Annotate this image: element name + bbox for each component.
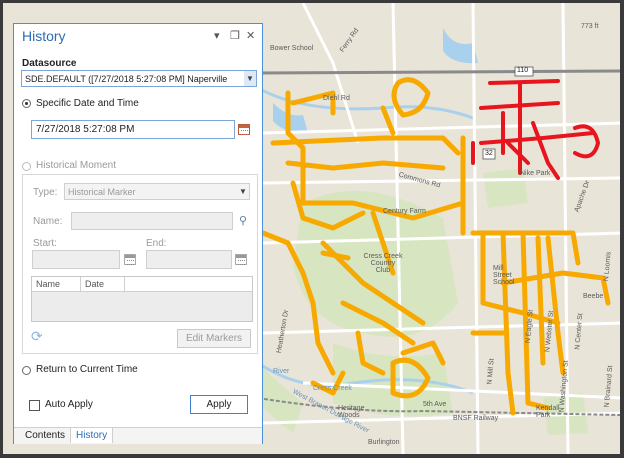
end-input[interactable] xyxy=(146,250,232,269)
type-value: Historical Marker xyxy=(68,187,136,197)
route-shield-110: 110 xyxy=(517,67,529,74)
start-input[interactable] xyxy=(32,250,120,269)
name-label: Name: xyxy=(33,216,63,227)
map-label-kendall-park: Kendall Park xyxy=(536,405,560,419)
grid-col-date[interactable]: Date xyxy=(85,279,104,289)
grid-col-divider xyxy=(80,277,81,291)
map-label-century-farm: Century Farm xyxy=(383,208,426,215)
start-calendar-icon[interactable] xyxy=(124,254,136,265)
return-current-label: Return to Current Time xyxy=(36,364,138,375)
map-label-river: River xyxy=(273,368,290,375)
end-label: End: xyxy=(146,238,167,249)
map-label-diehl-rd: Diehl Rd xyxy=(323,95,350,102)
map-label-bnsf: BNSF Railway xyxy=(453,415,499,422)
end-calendar-icon[interactable] xyxy=(235,254,247,265)
history-pane: History ▾ ❐ ✕ Datasource SDE.DEFAULT ([7… xyxy=(13,23,263,444)
markers-grid[interactable]: Name Date xyxy=(31,276,253,322)
historical-moment-radio[interactable] xyxy=(22,162,31,171)
app-frame: Ferry Rd Bower School Diehl Rd Commons R… xyxy=(3,3,620,454)
pane-restore-icon[interactable]: ❐ xyxy=(230,29,240,42)
specific-date-radio[interactable] xyxy=(22,99,31,108)
map-label-nike-park: Nike Park xyxy=(520,170,551,177)
pane-close-icon[interactable]: ✕ xyxy=(246,29,255,42)
tab-contents[interactable]: Contents xyxy=(20,428,70,444)
map-label-cress-creek: Cress Creek Country Club xyxy=(363,253,403,274)
map-label-773ft: 773 ft xyxy=(581,23,599,30)
specific-date-label: Specific Date and Time xyxy=(36,98,139,109)
markers-grid-header: Name Date xyxy=(32,277,252,292)
map-label-cress-creek-river: Cress Creek xyxy=(313,385,352,392)
auto-apply-label: Auto Apply xyxy=(45,399,93,410)
chevron-down-icon: ▼ xyxy=(239,187,247,196)
specific-datetime-input[interactable]: 7/27/2018 5:27:08 PM xyxy=(31,120,235,139)
apply-button[interactable]: Apply xyxy=(190,395,248,414)
type-label: Type: xyxy=(33,187,58,198)
route-shield-32: 32 xyxy=(485,150,493,157)
calendar-icon[interactable] xyxy=(238,124,250,135)
map-label-fifth-ave: 5th Ave xyxy=(423,401,447,408)
grid-col-divider xyxy=(124,277,125,291)
map-label-mill-street-school: Mill Street School xyxy=(493,265,515,286)
pane-tabs: Contents History xyxy=(14,427,262,444)
type-select[interactable]: Historical Marker ▼ xyxy=(64,183,250,200)
name-input[interactable] xyxy=(71,212,233,230)
specific-datetime-value: 7/27/2018 5:27:08 PM xyxy=(36,124,135,135)
map-label-burlington: Burlington xyxy=(368,439,400,446)
return-current-radio[interactable] xyxy=(22,366,31,375)
refresh-icon[interactable]: ⟳ xyxy=(31,328,43,345)
datasource-value: SDE.DEFAULT ([7/27/2018 5:27:08 PM] Nape… xyxy=(25,74,228,84)
datasource-label: Datasource xyxy=(22,58,77,69)
edit-markers-button[interactable]: Edit Markers xyxy=(177,329,251,348)
map-label-bower-school: Bower School xyxy=(270,45,314,52)
datasource-select[interactable]: SDE.DEFAULT ([7/27/2018 5:27:08 PM] Nape… xyxy=(21,70,257,87)
search-icon[interactable]: ⚲ xyxy=(239,214,247,227)
map-label-beebe: Beebe xyxy=(583,293,604,300)
tab-history[interactable]: History xyxy=(70,427,114,443)
chevron-down-icon: ▼ xyxy=(244,71,256,86)
historical-moment-label: Historical Moment xyxy=(36,160,117,171)
start-label: Start: xyxy=(33,238,57,249)
pane-title: History xyxy=(22,28,66,44)
grid-col-name[interactable]: Name xyxy=(36,279,60,289)
pane-menu-icon[interactable]: ▾ xyxy=(214,29,220,42)
auto-apply-checkbox[interactable] xyxy=(29,400,40,411)
